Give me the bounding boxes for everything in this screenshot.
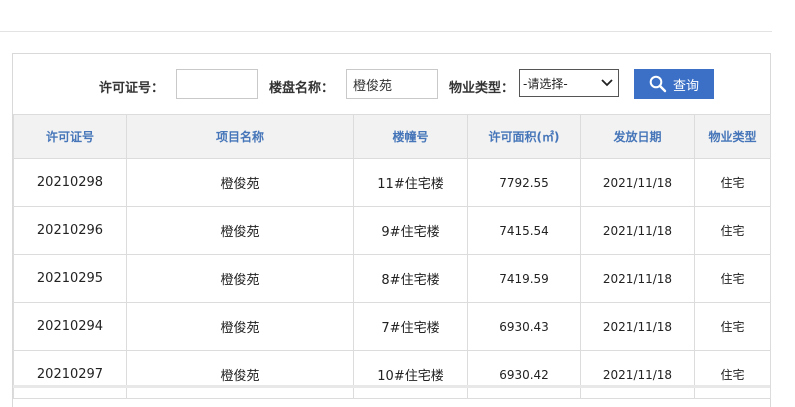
col-header-project-name: 项目名称 — [126, 114, 354, 159]
cell-project-name: 橙俊苑 — [126, 302, 354, 351]
permit-table: 许可证号 项目名称 楼幢号 许可面积(㎡) 发放日期 物业类型 20210298… — [13, 114, 771, 399]
col-header-permitted-area: 许可面积(㎡) — [467, 114, 581, 159]
cell-building-number: 10#住宅楼 — [353, 350, 468, 399]
cell-license-number: 20210296 — [13, 206, 127, 255]
table-row: 20210298 橙俊苑 11#住宅楼 7792.55 2021/11/18 住… — [13, 158, 771, 207]
table-header-row: 许可证号 项目名称 楼幢号 许可面积(㎡) 发放日期 物业类型 — [13, 114, 771, 159]
cell-permitted-area: 6930.43 — [467, 302, 581, 351]
cell-license-number: 20210297 — [13, 350, 127, 399]
license-number-label: 许可证号： — [99, 81, 165, 96]
table-row: 20210297 橙俊苑 10#住宅楼 6930.42 2021/11/18 住… — [13, 350, 771, 399]
cell-property-type: 住宅 — [694, 350, 771, 399]
col-header-property-type: 物业类型 — [694, 114, 771, 159]
table-row: 20210295 橙俊苑 8#住宅楼 7419.59 2021/11/18 住宅 — [13, 254, 771, 303]
cell-building-number: 8#住宅楼 — [353, 254, 468, 303]
cell-project-name: 橙俊苑 — [126, 350, 354, 399]
table-row: 20210294 橙俊苑 7#住宅楼 6930.43 2021/11/18 住宅 — [13, 302, 771, 351]
license-number-input[interactable] — [176, 69, 258, 99]
search-button[interactable]: 查询 — [634, 69, 714, 99]
cell-property-type: 住宅 — [694, 302, 771, 351]
cell-license-number: 20210295 — [13, 254, 127, 303]
cell-issue-date: 2021/11/18 — [580, 350, 695, 399]
cell-issue-date: 2021/11/18 — [580, 302, 695, 351]
cell-project-name: 橙俊苑 — [126, 158, 354, 207]
table-bottom-edge — [13, 385, 770, 388]
cell-permitted-area: 7792.55 — [467, 158, 581, 207]
col-header-license-number: 许可证号 — [13, 114, 127, 159]
search-icon — [649, 75, 667, 93]
cell-project-name: 橙俊苑 — [126, 254, 354, 303]
cell-property-type: 住宅 — [694, 158, 771, 207]
search-button-label: 查询 — [672, 78, 699, 94]
cell-permitted-area: 7415.54 — [467, 206, 581, 255]
property-type-select[interactable]: -请选择- — [519, 69, 619, 97]
top-divider — [0, 31, 772, 32]
cell-property-type: 住宅 — [694, 206, 771, 255]
chevron-down-icon — [601, 79, 613, 87]
property-type-label: 物业类型： — [449, 81, 515, 96]
cell-issue-date: 2021/11/18 — [580, 254, 695, 303]
permit-search-panel: 许可证号： 楼盘名称： 物业类型： -请选择- 查询 许可证号 项目名称 — [12, 53, 771, 407]
cell-license-number: 20210294 — [13, 302, 127, 351]
cell-issue-date: 2021/11/18 — [580, 206, 695, 255]
cell-permitted-area: 6930.42 — [467, 350, 581, 399]
cell-project-name: 橙俊苑 — [126, 206, 354, 255]
col-header-building-number: 楼幢号 — [353, 114, 468, 159]
cell-building-number: 11#住宅楼 — [353, 158, 468, 207]
search-bar: 许可证号： 楼盘名称： 物业类型： -请选择- 查询 — [13, 54, 770, 114]
cell-building-number: 7#住宅楼 — [353, 302, 468, 351]
table-row: 20210296 橙俊苑 9#住宅楼 7415.54 2021/11/18 住宅 — [13, 206, 771, 255]
col-header-issue-date: 发放日期 — [580, 114, 695, 159]
project-name-input[interactable] — [346, 69, 438, 99]
cell-property-type: 住宅 — [694, 254, 771, 303]
project-name-label: 楼盘名称： — [269, 81, 335, 96]
property-type-selected-value: -请选择- — [523, 76, 568, 91]
cell-building-number: 9#住宅楼 — [353, 206, 468, 255]
cell-permitted-area: 7419.59 — [467, 254, 581, 303]
cell-issue-date: 2021/11/18 — [580, 158, 695, 207]
cell-license-number: 20210298 — [13, 158, 127, 207]
